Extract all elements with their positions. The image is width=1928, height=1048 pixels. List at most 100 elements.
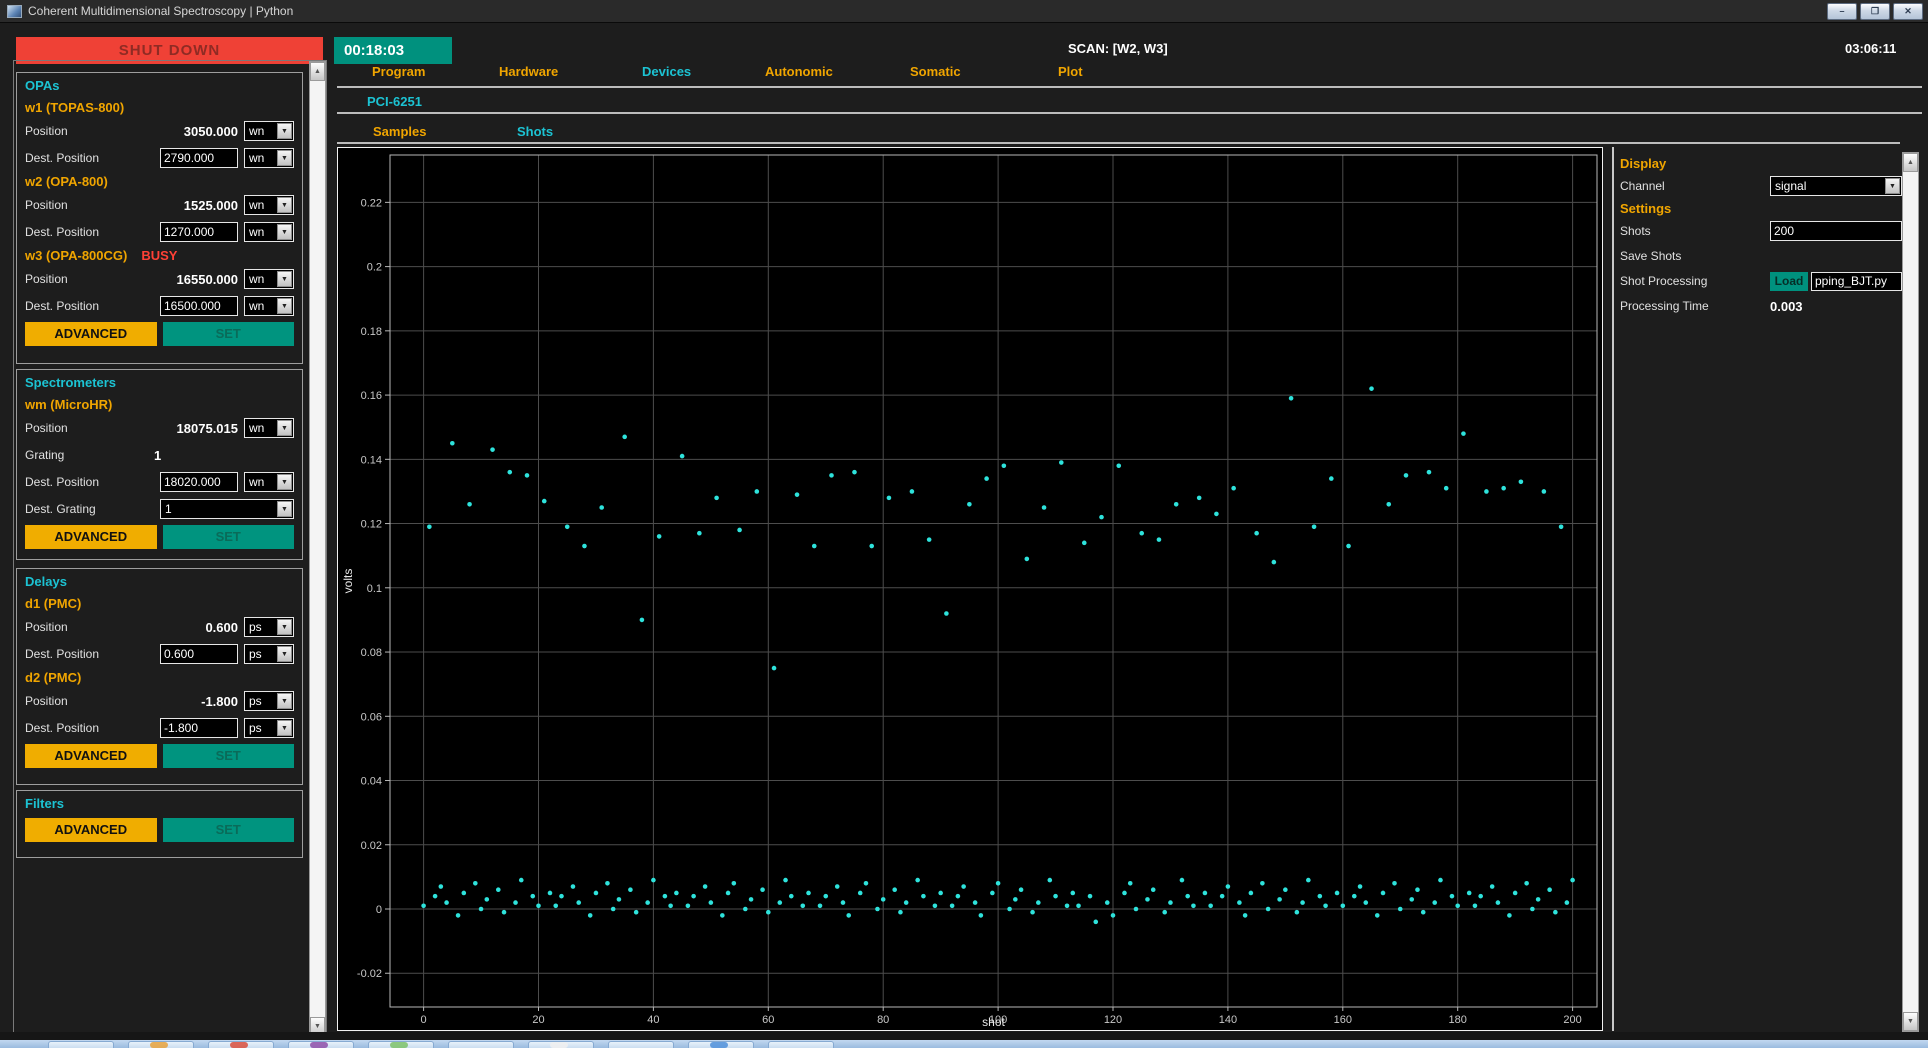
- dropdown-arrow-icon[interactable]: ▼: [277, 420, 292, 436]
- advanced-button[interactable]: ADVANCED: [25, 818, 157, 842]
- w2-opa-800-position-units-select-value: wn: [249, 198, 265, 212]
- dropdown-arrow-icon[interactable]: ▼: [277, 298, 292, 314]
- d1-pmc-dest-position-units-select[interactable]: ps ▼: [244, 644, 294, 664]
- svg-text:shot: shot: [982, 1015, 1005, 1029]
- svg-text:60: 60: [762, 1014, 774, 1026]
- w3-opa-800cg-position-units-select[interactable]: wn ▼: [244, 269, 294, 289]
- field-row: Position 0.600 ps ▼: [25, 616, 294, 638]
- w1-topas-800-dest-position-input[interactable]: [160, 148, 238, 168]
- wm-microhr-dest-position-units-select-value: wn: [249, 475, 265, 489]
- wm-microhr-position-units-select[interactable]: wn ▼: [244, 418, 294, 438]
- dropdown-arrow-icon[interactable]: ▼: [277, 646, 292, 662]
- dropdown-arrow-icon[interactable]: ▼: [277, 271, 292, 287]
- svg-text:volts: volts: [341, 569, 355, 594]
- d2-pmc-dest-position-units-select[interactable]: ps ▼: [244, 718, 294, 738]
- dropdown-arrow-icon[interactable]: ▼: [1885, 178, 1900, 194]
- restore-button-icon[interactable]: ❐: [1860, 3, 1890, 20]
- w3-opa-800cg-dest-position-units-select[interactable]: wn ▼: [244, 296, 294, 316]
- minimize-button-icon[interactable]: –: [1827, 3, 1857, 20]
- advanced-button[interactable]: ADVANCED: [25, 525, 157, 549]
- window-title: Coherent Multidimensional Spectroscopy |…: [28, 4, 294, 18]
- wm-microhr-dest-position-units-select[interactable]: wn ▼: [244, 472, 294, 492]
- dropdown-arrow-icon[interactable]: ▼: [277, 123, 292, 139]
- taskbar-app-icon: [150, 1042, 168, 1048]
- w1-topas-800-position-units-select[interactable]: wn ▼: [244, 121, 294, 141]
- tab-pci-6251[interactable]: PCI-6251: [367, 94, 422, 109]
- tab-autonomic[interactable]: Autonomic: [765, 64, 833, 79]
- section-filters: Filters ADVANCED SET: [16, 790, 303, 858]
- d1-pmc-position-units-select[interactable]: ps ▼: [244, 617, 294, 637]
- d2-pmc-dest-position-input[interactable]: [160, 718, 238, 738]
- w1-topas-800-dest-position-units-select[interactable]: wn ▼: [244, 148, 294, 168]
- field-label: Position: [25, 272, 68, 286]
- shots-input[interactable]: [1770, 221, 1902, 241]
- tab-samples[interactable]: Samples: [373, 124, 426, 139]
- svg-text:0.06: 0.06: [361, 711, 382, 723]
- advanced-button[interactable]: ADVANCED: [25, 322, 157, 346]
- section-buttons: ADVANCED SET: [25, 322, 294, 346]
- scroll-up-icon[interactable]: ▲: [1903, 153, 1918, 172]
- hardware-name: d2 (PMC): [25, 670, 82, 685]
- settings-field: signal ▼: [1770, 176, 1902, 196]
- svg-text:0: 0: [421, 1014, 427, 1026]
- position-value: 0.600: [205, 619, 238, 635]
- w2-opa-800-dest-position-units-select[interactable]: wn ▼: [244, 222, 294, 242]
- tab-somatic[interactable]: Somatic: [910, 64, 961, 79]
- dropdown-arrow-icon[interactable]: ▼: [277, 693, 292, 709]
- close-button-icon[interactable]: ✕: [1893, 3, 1923, 20]
- set-button[interactable]: SET: [162, 744, 294, 768]
- taskbar-app-button[interactable]: [608, 1041, 674, 1048]
- section-buttons: ADVANCED SET: [25, 525, 294, 549]
- taskbar-app-button[interactable]: [448, 1041, 514, 1048]
- dropdown-arrow-icon[interactable]: ▼: [277, 474, 292, 490]
- tab-devices[interactable]: Devices: [642, 64, 691, 79]
- w2-opa-800-dest-position-input[interactable]: [160, 222, 238, 242]
- hardware-name: d1 (PMC): [25, 596, 82, 611]
- windows-taskbar[interactable]: [0, 1040, 1928, 1048]
- w2-opa-800-position-units-select[interactable]: wn ▼: [244, 195, 294, 215]
- dropdown-arrow-icon[interactable]: ▼: [277, 150, 292, 166]
- shot-processing-file: pping_BJT.py: [1811, 271, 1902, 291]
- dropdown-arrow-icon[interactable]: ▼: [277, 501, 292, 517]
- load-button[interactable]: Load: [1770, 271, 1808, 291]
- elapsed-timer: 00:18:03: [334, 37, 452, 64]
- taskbar-app-button[interactable]: [768, 1041, 834, 1048]
- set-button[interactable]: SET: [162, 818, 294, 842]
- field-label: Position: [25, 421, 68, 435]
- svg-text:160: 160: [1334, 1014, 1352, 1026]
- field-row: Position 3050.000 wn ▼: [25, 120, 294, 142]
- window-controls: – ❐ ✕: [1827, 3, 1923, 20]
- wm-microhr-dest-grating-select[interactable]: 1 ▼: [160, 499, 294, 519]
- tab-program[interactable]: Program: [372, 64, 425, 79]
- d1-pmc-dest-position-input[interactable]: [160, 644, 238, 664]
- svg-text:0.14: 0.14: [361, 454, 382, 466]
- field-label: Dest. Position: [25, 647, 100, 661]
- d2-pmc-position-units-select[interactable]: ps ▼: [244, 691, 294, 711]
- scroll-up-icon[interactable]: ▲: [310, 62, 325, 81]
- tab-shots[interactable]: Shots: [517, 124, 553, 139]
- field-label: Position: [25, 124, 68, 138]
- channel-select[interactable]: signal ▼: [1770, 176, 1902, 196]
- scroll-down-icon[interactable]: ▼: [1903, 1012, 1918, 1031]
- dropdown-arrow-icon[interactable]: ▼: [277, 720, 292, 736]
- tab-plot[interactable]: Plot: [1058, 64, 1083, 79]
- svg-text:0.08: 0.08: [361, 647, 382, 659]
- taskbar-app-button[interactable]: [48, 1041, 114, 1048]
- set-button[interactable]: SET: [162, 322, 294, 346]
- processing-time-value: 0.003: [1770, 298, 1803, 314]
- w3-opa-800cg-dest-position-input[interactable]: [160, 296, 238, 316]
- settings-scrollbar[interactable]: ▲ ▼: [1902, 152, 1919, 1032]
- application-window: Coherent Multidimensional Spectroscopy |…: [0, 0, 1928, 1048]
- settings-field: Load pping_BJT.py: [1770, 271, 1902, 291]
- sidebar-scrollbar[interactable]: ▲ ▼: [309, 61, 326, 1037]
- dropdown-arrow-icon[interactable]: ▼: [277, 224, 292, 240]
- position-value: -1.800: [201, 693, 238, 709]
- field-row: Dest. Position ps ▼: [25, 643, 294, 665]
- tab-hardware[interactable]: Hardware: [499, 64, 558, 79]
- set-button[interactable]: SET: [162, 525, 294, 549]
- advanced-button[interactable]: ADVANCED: [25, 744, 157, 768]
- dropdown-arrow-icon[interactable]: ▼: [277, 197, 292, 213]
- svg-text:200: 200: [1563, 1014, 1581, 1026]
- dropdown-arrow-icon[interactable]: ▼: [277, 619, 292, 635]
- wm-microhr-dest-position-input[interactable]: [160, 472, 238, 492]
